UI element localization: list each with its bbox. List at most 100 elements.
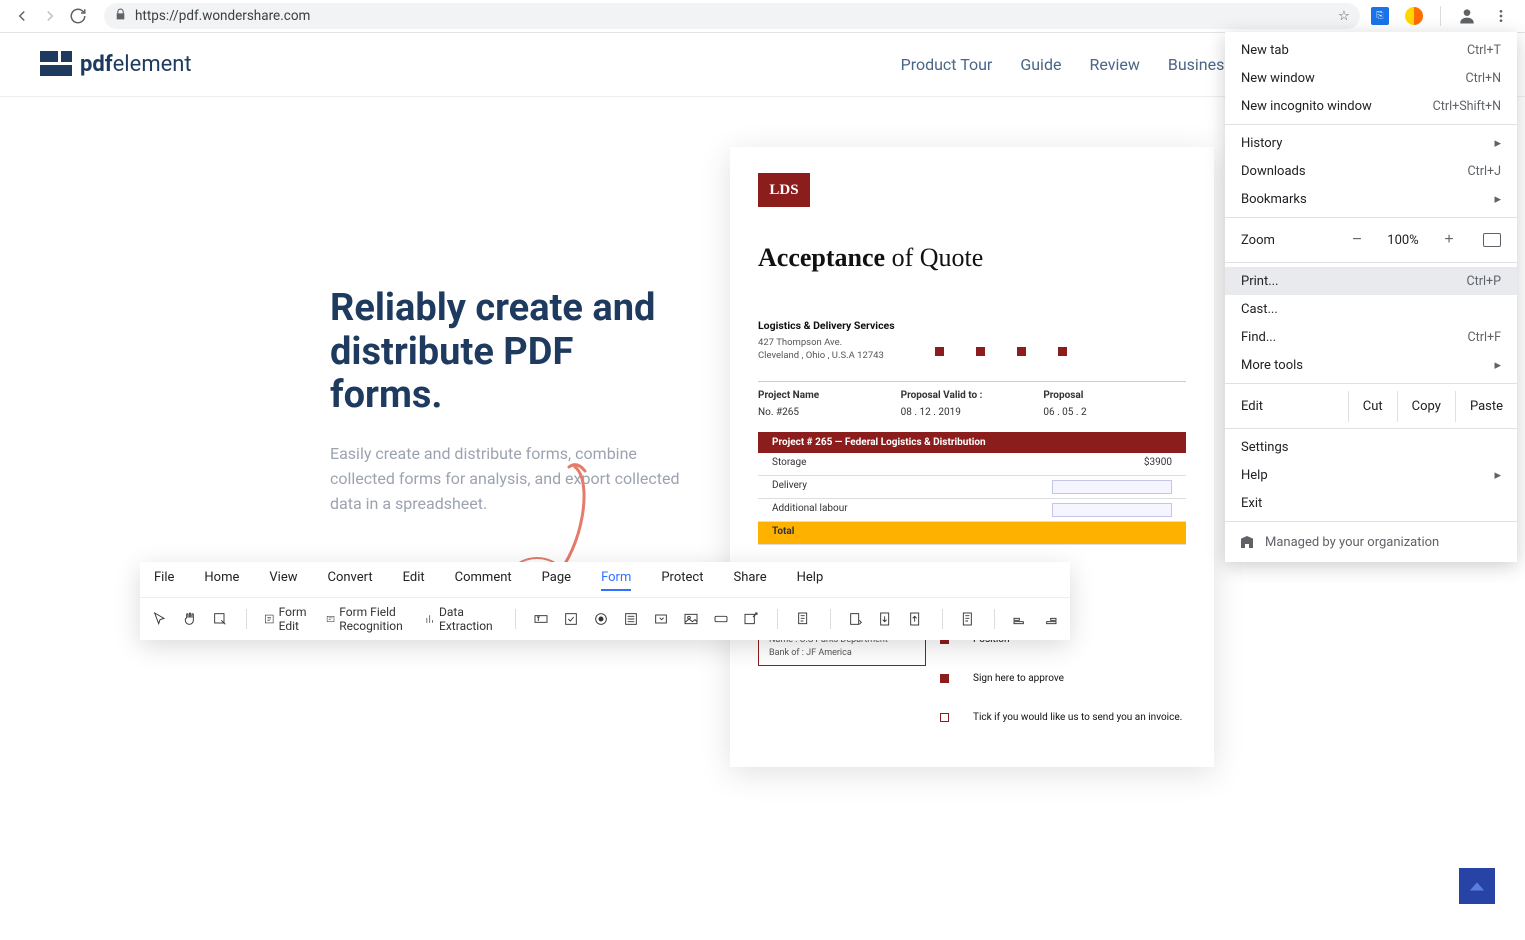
lock-icon <box>114 8 127 25</box>
menu-convert[interactable]: Convert <box>328 570 373 591</box>
reload-button[interactable] <box>64 2 92 30</box>
list-box-icon[interactable] <box>623 611 639 627</box>
menu-help[interactable]: Help <box>797 570 824 591</box>
doc-band-title: Project # 265 — Federal Logistics & Dist… <box>758 432 1186 453</box>
menu-print[interactable]: Print...Ctrl+P <box>1225 267 1517 295</box>
menu-new-incognito[interactable]: New incognito windowCtrl+Shift+N <box>1225 92 1517 120</box>
chevron-right-icon: ▸ <box>1494 192 1501 207</box>
menu-edit-row: Edit Cut Copy Paste <box>1225 388 1517 424</box>
menu-cast[interactable]: Cast... <box>1225 295 1517 323</box>
align-right-icon[interactable] <box>1042 611 1058 627</box>
menu-more-tools[interactable]: More tools▸ <box>1225 351 1517 379</box>
edit-shape-icon[interactable] <box>212 611 228 627</box>
menu-help[interactable]: Help▸ <box>1225 461 1517 489</box>
chrome-context-menu: New tabCtrl+T New windowCtrl+N New incog… <box>1225 32 1517 562</box>
align-left-icon[interactable] <box>1012 611 1028 627</box>
menu-paste[interactable]: Paste <box>1455 391 1517 422</box>
zoom-plus-button[interactable]: + <box>1435 226 1463 254</box>
browser-toolbar: https://pdf.wondershare.com ☆ ⎘ <box>0 0 1525 33</box>
form-templates-icon[interactable] <box>796 611 812 627</box>
text-field-icon[interactable] <box>533 611 549 627</box>
button-field-icon[interactable] <box>713 611 729 627</box>
menu-home[interactable]: Home <box>204 570 239 591</box>
doc-info-row: Project Name No. #265 Proposal Valid to … <box>758 381 1186 422</box>
separator <box>1440 6 1441 26</box>
zoom-percent: 100% <box>1381 233 1425 248</box>
data-extraction-button[interactable]: Data Extraction <box>424 605 498 633</box>
chevron-right-icon: ▸ <box>1494 136 1501 151</box>
back-to-top-button[interactable] <box>1459 868 1495 904</box>
properties-icon[interactable] <box>960 611 976 627</box>
nav-product-tour[interactable]: Product Tour <box>901 55 993 74</box>
logo-mark-icon <box>40 51 72 79</box>
hero-sub: Easily create and distribute forms, comb… <box>330 442 690 516</box>
hero-title: Reliably create and distribute PDF forms… <box>330 287 690 418</box>
checkbox-icon[interactable] <box>563 611 579 627</box>
menu-file[interactable]: File <box>154 570 174 591</box>
menu-exit[interactable]: Exit <box>1225 489 1517 517</box>
radio-icon[interactable] <box>593 611 609 627</box>
hero-text: Reliably create and distribute PDF forms… <box>330 287 690 516</box>
menu-new-tab[interactable]: New tabCtrl+T <box>1225 36 1517 64</box>
doc-brand-logo: LDS <box>758 173 810 207</box>
export-data-icon[interactable] <box>908 611 924 627</box>
nav-review[interactable]: Review <box>1089 55 1139 74</box>
doc-section-title: Logistics & Delivery Services <box>758 319 1186 332</box>
menu-managed[interactable]: Managed by your organization <box>1225 526 1517 558</box>
menu-form[interactable]: Form <box>601 570 631 591</box>
pointer-tool-icon[interactable] <box>152 611 168 627</box>
menu-bookmarks[interactable]: Bookmarks▸ <box>1225 185 1517 213</box>
dropdown-icon[interactable] <box>653 611 669 627</box>
back-button[interactable] <box>8 2 36 30</box>
logo-text: pdfelement <box>80 52 192 77</box>
nav-guide[interactable]: Guide <box>1020 55 1061 74</box>
extension-2-icon[interactable] <box>1402 4 1426 28</box>
nav-business[interactable]: Business <box>1168 55 1233 74</box>
doc-row-storage: Storage $3900 <box>758 453 1186 476</box>
doc-color-squares <box>935 347 1067 356</box>
chevron-right-icon: ▸ <box>1494 358 1501 373</box>
toolbar-right: ⎘ <box>1368 4 1517 28</box>
menu-zoom-row: Zoom − 100% + <box>1225 222 1517 258</box>
doc-row-total: Total <box>758 522 1186 545</box>
menu-protect[interactable]: Protect <box>661 570 703 591</box>
app-toolbar: File Home View Convert Edit Comment Page… <box>140 562 1070 640</box>
menu-comment[interactable]: Comment <box>455 570 512 591</box>
extension-1-icon[interactable]: ⎘ <box>1368 4 1392 28</box>
form-edit-button[interactable]: Form Edit <box>264 605 312 633</box>
menu-page[interactable]: Page <box>542 570 571 591</box>
image-field-icon[interactable] <box>683 611 699 627</box>
site-logo[interactable]: pdfelement <box>40 51 192 79</box>
app-iconbar: Form Edit Form Field Recognition Data Ex… <box>140 598 1070 640</box>
menu-view[interactable]: View <box>269 570 297 591</box>
building-icon <box>1239 534 1255 550</box>
form-field-recognition-button[interactable]: Form Field Recognition <box>326 605 409 633</box>
doc-row-delivery: Delivery <box>758 476 1186 499</box>
menu-history[interactable]: History▸ <box>1225 129 1517 157</box>
menu-find[interactable]: Find...Ctrl+F <box>1225 323 1517 351</box>
forward-button[interactable] <box>36 2 64 30</box>
zoom-minus-button[interactable]: − <box>1343 226 1371 254</box>
doc-sign-block: Position Sign here to approve Tick if yo… <box>940 634 1182 751</box>
auto-form-icon[interactable] <box>848 611 864 627</box>
signature-field-icon[interactable] <box>743 611 759 627</box>
url-text: https://pdf.wondershare.com <box>135 8 1338 24</box>
import-data-icon[interactable] <box>878 611 894 627</box>
hand-tool-icon[interactable] <box>182 611 198 627</box>
menu-copy[interactable]: Copy <box>1397 391 1455 422</box>
bookmark-star-icon[interactable]: ☆ <box>1338 8 1350 24</box>
menu-share[interactable]: Share <box>733 570 766 591</box>
menu-downloads[interactable]: DownloadsCtrl+J <box>1225 157 1517 185</box>
doc-row-labour: Additional labour <box>758 499 1186 522</box>
menu-settings[interactable]: Settings <box>1225 433 1517 461</box>
menu-cut[interactable]: Cut <box>1348 391 1397 422</box>
kebab-menu-button[interactable] <box>1489 4 1513 28</box>
app-menubar: File Home View Convert Edit Comment Page… <box>140 562 1070 598</box>
menu-new-window[interactable]: New windowCtrl+N <box>1225 64 1517 92</box>
doc-title: Acceptance of Quote <box>758 243 1186 273</box>
menu-edit[interactable]: Edit <box>403 570 425 591</box>
profile-icon[interactable] <box>1455 4 1479 28</box>
chevron-right-icon: ▸ <box>1494 468 1501 483</box>
fullscreen-icon[interactable] <box>1483 233 1501 247</box>
address-bar[interactable]: https://pdf.wondershare.com ☆ <box>104 3 1360 29</box>
